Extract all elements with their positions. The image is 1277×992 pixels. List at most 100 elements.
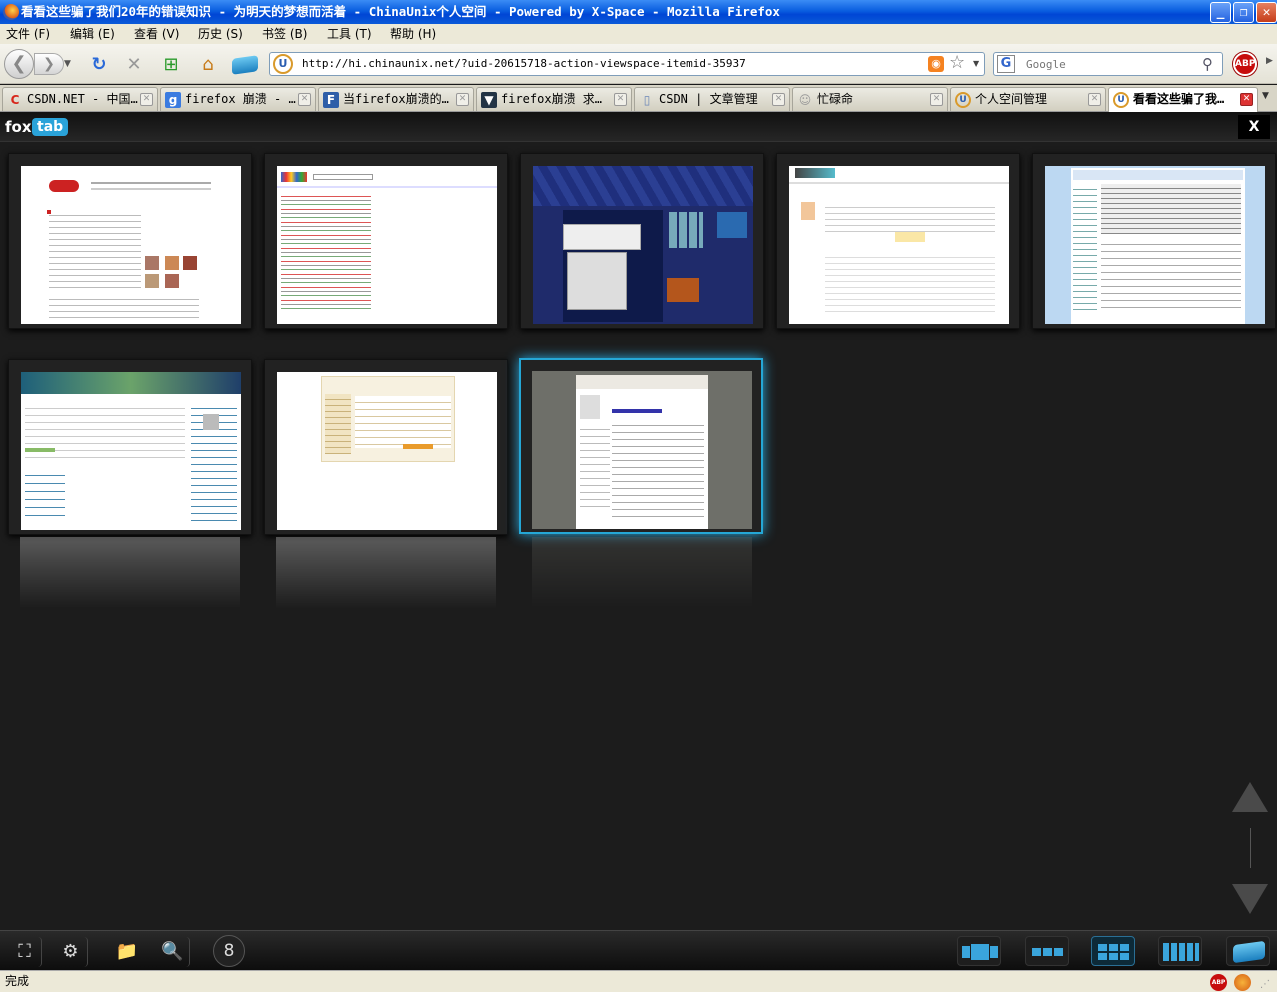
toolbar-overflow-icon[interactable]: ▶ xyxy=(1266,56,1273,66)
restore-button[interactable]: ❐ xyxy=(1233,2,1254,23)
close-tab-icon[interactable]: ✕ xyxy=(1240,93,1253,106)
view-carousel-button[interactable] xyxy=(1025,936,1069,966)
chinaunix-icon: U xyxy=(955,92,971,108)
foxtab-logo: fox xyxy=(5,118,32,136)
close-tab-icon[interactable]: ✕ xyxy=(456,93,469,106)
view-grid-button[interactable] xyxy=(1091,936,1135,966)
tab-thumbnail[interactable] xyxy=(776,153,1020,329)
close-tab-icon[interactable]: ✕ xyxy=(298,93,311,106)
site-identity-icon[interactable]: U xyxy=(273,54,293,74)
tab-list-icon[interactable]: ▼ xyxy=(1262,91,1269,101)
menu-view[interactable]: 查看 (V) xyxy=(134,24,179,44)
search-button[interactable]: 🔍 xyxy=(156,937,190,967)
view-wall-button[interactable] xyxy=(1158,936,1202,966)
home-button[interactable]: ⌂ xyxy=(197,54,219,76)
menu-bookmarks[interactable]: 书签 (B) xyxy=(262,24,307,44)
chevron-down-icon: ▼ xyxy=(64,59,71,69)
resize-grip-icon[interactable]: ⋰ xyxy=(1260,974,1270,992)
search-bar[interactable]: G ⚲ xyxy=(993,52,1223,76)
tab-item[interactable]: ▼ firefox崩溃 求… ✕ xyxy=(476,87,632,111)
tab-item[interactable]: g firefox 崩溃 - … ✕ xyxy=(160,87,316,111)
tab-item[interactable]: C CSDN.NET - 中国… ✕ xyxy=(2,87,158,111)
url-bar[interactable]: U http://hi.chinaunix.net/?uid-20615718-… xyxy=(269,52,985,76)
firefox-status-icon[interactable] xyxy=(1234,974,1251,991)
tab-label: 当firefox崩溃的… xyxy=(343,92,449,106)
search-input[interactable] xyxy=(1026,56,1196,72)
scroll-down-button[interactable] xyxy=(1232,884,1268,914)
bookmark-star-icon[interactable]: ☆ xyxy=(949,52,965,74)
menu-history[interactable]: 历史 (S) xyxy=(198,24,243,44)
menu-bar: 文件 (F) 编辑 (E) 查看 (V) 历史 (S) 书签 (B) 工具 (T… xyxy=(0,24,1277,44)
thumbnail-preview xyxy=(1045,166,1265,324)
close-tab-icon[interactable]: ✕ xyxy=(772,93,785,106)
close-tab-icon[interactable]: ✕ xyxy=(930,93,943,106)
status-text: 完成 xyxy=(5,974,30,988)
tab-label: 看看这些骗了我… xyxy=(1133,92,1225,106)
tab-thumbnail[interactable] xyxy=(8,153,252,329)
foxtab-logo-badge: tab xyxy=(32,118,69,136)
view-flip-3d-button[interactable] xyxy=(957,936,1001,966)
chinaunix-icon: U xyxy=(1113,92,1129,108)
thumbnail-preview xyxy=(789,166,1009,324)
foxtab-button[interactable] xyxy=(232,54,260,76)
fullscreen-button[interactable]: ⛶ xyxy=(8,937,42,967)
thumbnail-preview xyxy=(277,372,497,530)
view-foxtab-button[interactable] xyxy=(1226,936,1270,966)
tab-thumbnail-selected[interactable] xyxy=(519,358,763,534)
user-icon: ☺ xyxy=(798,93,812,107)
tab-thumbnail[interactable] xyxy=(1032,153,1276,329)
tab-thumbnail[interactable] xyxy=(264,359,508,535)
menu-help[interactable]: 帮助 (H) xyxy=(390,24,436,44)
home-icon: ⌂ xyxy=(202,54,214,75)
foxtab-icon xyxy=(232,55,258,75)
tab-item[interactable]: F 当firefox崩溃的… ✕ xyxy=(318,87,474,111)
adblock-status-icon[interactable]: ABP xyxy=(1210,974,1227,991)
search-icon[interactable]: ⚲ xyxy=(1202,53,1213,75)
tab-thumbnail[interactable] xyxy=(520,153,764,329)
thumbnail-preview xyxy=(21,372,241,530)
google-icon[interactable]: G xyxy=(997,55,1015,73)
menu-edit[interactable]: 编辑 (E) xyxy=(70,24,115,44)
foxtab-bottom-bar: ⛶ ⚙ 📁 🔍 8 xyxy=(0,930,1277,970)
tab-thumbnail[interactable] xyxy=(264,153,508,329)
history-dropdown[interactable]: ▼ xyxy=(64,53,76,75)
forward-button[interactable]: ❯ xyxy=(34,53,64,75)
minimize-button[interactable]: _ xyxy=(1210,2,1231,23)
minimize-icon: _ xyxy=(1216,5,1225,20)
menu-file[interactable]: 文件 (F) xyxy=(6,24,50,44)
new-tab-button[interactable]: ⊞ xyxy=(160,54,182,76)
close-tab-icon[interactable]: ✕ xyxy=(1088,93,1101,106)
tab-item[interactable]: ▯ CSDN | 文章管理 ✕ xyxy=(634,87,790,111)
title-bar[interactable]: 看看这些骗了我们20年的错误知识 - 为明天的梦想而活着 - ChinaUnix… xyxy=(0,0,1277,24)
google-icon: g xyxy=(165,92,181,108)
rss-icon[interactable]: ◉ xyxy=(928,56,944,72)
back-button[interactable]: ❮ xyxy=(4,49,34,79)
close-window-button[interactable]: ✕ xyxy=(1256,2,1277,23)
tab-count-badge: 8 xyxy=(213,935,245,967)
folder-button[interactable]: 📁 xyxy=(110,937,144,967)
tab-strip: C CSDN.NET - 中国… ✕ g firefox 崩溃 - … ✕ F … xyxy=(0,85,1277,112)
url-input[interactable]: http://hi.chinaunix.net/?uid-20615718-ac… xyxy=(302,53,746,75)
menu-tools[interactable]: 工具 (T) xyxy=(327,24,372,44)
close-tab-icon[interactable]: ✕ xyxy=(140,93,153,106)
thumbnail-preview xyxy=(533,166,753,324)
tab-item[interactable]: ☺ 忙碌命 ✕ xyxy=(792,87,948,111)
url-dropdown-icon[interactable]: ▼ xyxy=(973,53,979,75)
tab-item[interactable]: U 个人空间管理 ✕ xyxy=(950,87,1106,111)
thumbnail-preview xyxy=(532,371,752,529)
tab-thumbnail[interactable] xyxy=(8,359,252,535)
foxtab-header: fox tab X xyxy=(0,112,1277,142)
restore-icon: ❐ xyxy=(1239,5,1248,20)
scroll-up-button[interactable] xyxy=(1232,782,1268,812)
stop-button[interactable]: ✕ xyxy=(123,54,145,76)
close-tab-icon[interactable]: ✕ xyxy=(614,93,627,106)
tab-item-active[interactable]: U 看看这些骗了我… ✕ xyxy=(1108,87,1258,112)
adblock-plus-button[interactable]: ABP xyxy=(1233,52,1257,76)
tab-label: 个人空间管理 xyxy=(975,92,1048,106)
csdn-icon: C xyxy=(10,93,20,107)
settings-button[interactable]: ⚙ xyxy=(54,937,88,967)
reload-button[interactable]: ↻ xyxy=(88,54,110,76)
add-page-icon: ⊞ xyxy=(163,54,179,75)
foxtab-close-button[interactable]: X xyxy=(1238,115,1270,139)
shield-icon: ▼ xyxy=(481,92,497,108)
